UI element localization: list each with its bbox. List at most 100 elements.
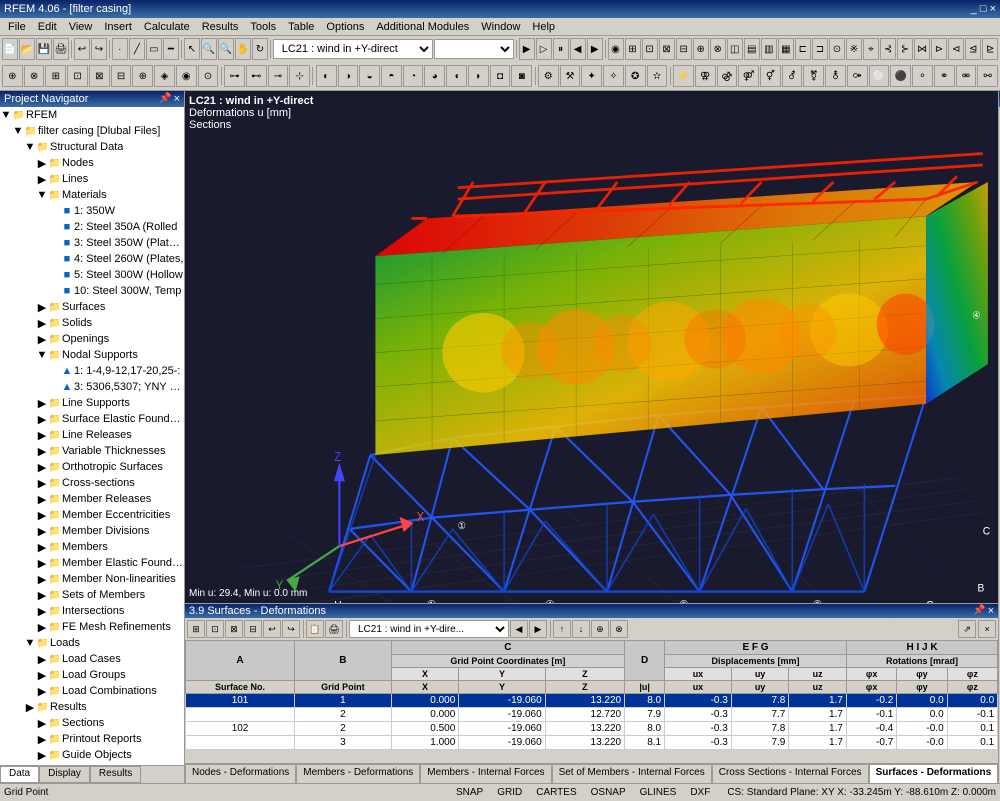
tb-calc2[interactable]: ▷ — [536, 38, 552, 60]
tb2-24[interactable]: ◙ — [511, 65, 532, 87]
tb-icon2[interactable]: ⊞ — [625, 38, 641, 60]
menu-insert[interactable]: Insert — [98, 18, 138, 36]
tree-item-load-combinations[interactable]: ▶ 📁 Load Combinations — [0, 683, 184, 699]
tb-undo[interactable]: ↩ — [74, 38, 90, 60]
tb-icon17[interactable]: ⊰ — [880, 38, 896, 60]
expand-results[interactable]: ▶ — [24, 701, 36, 713]
expand-member-eccentricities[interactable]: ▶ — [36, 509, 48, 521]
tb-icon18[interactable]: ⊱ — [897, 38, 913, 60]
bottom-tab-members---deformations[interactable]: Members - Deformations — [296, 764, 420, 783]
tb2-32[interactable]: ⚢ — [695, 65, 716, 87]
tree-item-nodes[interactable]: ▶ 📁 Nodes — [0, 155, 184, 171]
tb-icon11[interactable]: ▦ — [778, 38, 794, 60]
col-x[interactable]: X — [391, 668, 459, 681]
expand-variable-thick[interactable]: ▶ — [36, 445, 48, 457]
tb2-26[interactable]: ⚒ — [560, 65, 581, 87]
tb2-14[interactable]: ⊹ — [289, 65, 310, 87]
tb2-18[interactable]: ◓ — [381, 65, 402, 87]
tree-item-lines[interactable]: ▶ 📁 Lines — [0, 171, 184, 187]
tree-item-filter-casing[interactable]: ▼ 📁 filter casing [Dlubal Files] — [0, 123, 184, 139]
tb-select[interactable]: ↖ — [184, 38, 200, 60]
tb-surface[interactable]: ▭ — [146, 38, 162, 60]
tree-item-rfem[interactable]: ▼ 📁 RFEM — [0, 107, 184, 123]
expand-member-nonlinearities[interactable]: ▶ — [36, 573, 48, 585]
dxf-btn[interactable]: DXF — [685, 785, 715, 801]
expand-rfem[interactable]: ▼ — [0, 109, 12, 121]
results-lc-dropdown[interactable]: LC21 : wind in +Y-dire... — [349, 620, 509, 638]
tb2-35[interactable]: ⚥ — [760, 65, 781, 87]
expand-load-combinations[interactable]: ▶ — [36, 685, 48, 697]
tree-item-mat3[interactable]: ■ 3: Steel 350W (Plates) — [0, 235, 184, 251]
tb2-37[interactable]: ⚧ — [803, 65, 824, 87]
tb2-16[interactable]: ◑ — [338, 65, 359, 87]
results-tb-11[interactable]: ⊕ — [591, 620, 609, 638]
tb-icon10[interactable]: ▥ — [761, 38, 777, 60]
tree-item-solids[interactable]: ▶ 📁 Solids — [0, 315, 184, 331]
expand-sections[interactable]: ▶ — [36, 717, 48, 729]
bottom-tab-members---internal-forces[interactable]: Members - Internal Forces — [420, 764, 551, 783]
nav-close-btn[interactable]: × — [174, 93, 180, 105]
tb2-33[interactable]: ⚣ — [717, 65, 738, 87]
tb-redo[interactable]: ↪ — [91, 38, 107, 60]
tb-next[interactable]: ▶ — [587, 38, 603, 60]
tree-item-surface-elastic[interactable]: ▶ 📁 Surface Elastic Foundati... — [0, 411, 184, 427]
tree-item-openings[interactable]: ▶ 📁 Openings — [0, 331, 184, 347]
tb2-43[interactable]: ⚭ — [934, 65, 955, 87]
tb2-11[interactable]: ⊶ — [224, 65, 245, 87]
expand-openings[interactable]: ▶ — [36, 333, 48, 345]
tb-print[interactable]: 🖨 — [53, 38, 69, 60]
expand-member-divisions[interactable]: ▶ — [36, 525, 48, 537]
menu-additional-modules[interactable]: Additional Modules — [370, 18, 475, 36]
results-tb-6[interactable]: ↪ — [282, 620, 300, 638]
expand-solids[interactable]: ▶ — [36, 317, 48, 329]
tb2-20[interactable]: ◕ — [424, 65, 445, 87]
tb-line[interactable]: ╱ — [129, 38, 145, 60]
tb2-7[interactable]: ⊕ — [132, 65, 153, 87]
expand-filter-casing[interactable]: ▼ — [12, 125, 24, 137]
tb-save[interactable]: 💾 — [36, 38, 52, 60]
tb-icon7[interactable]: ⊗ — [710, 38, 726, 60]
nav-tab-data[interactable]: Data — [0, 766, 39, 783]
results-expand-btn[interactable]: ⇗ — [958, 620, 976, 638]
bottom-tab-surfaces---deformations[interactable]: Surfaces - Deformations — [869, 764, 999, 783]
tb-icon16[interactable]: ⌖ — [863, 38, 879, 60]
tb2-39[interactable]: ⚩ — [847, 65, 868, 87]
tree-item-guide-objects[interactable]: ▶ 📁 Guide Objects — [0, 747, 184, 763]
tb-node[interactable]: · — [112, 38, 128, 60]
tree-item-intersections[interactable]: ▶ 📁 Intersections — [0, 603, 184, 619]
tree-item-loads[interactable]: ▼ 📁 Loads — [0, 635, 184, 651]
menu-help[interactable]: Help — [526, 18, 561, 36]
bottom-tab-cross-sections---internal-forces[interactable]: Cross Sections - Internal Forces — [712, 764, 869, 783]
tb2-19[interactable]: ◔ — [403, 65, 424, 87]
results-tb-1[interactable]: ⊞ — [187, 620, 205, 638]
tree-item-nodal-supports[interactable]: ▼ 📁 Nodal Supports — [0, 347, 184, 363]
results-tb-10[interactable]: ↓ — [572, 620, 590, 638]
col-h-uz[interactable]: uz — [789, 681, 847, 694]
bottom-tab-nodes---deformations[interactable]: Nodes - Deformations — [185, 764, 296, 783]
expand-sets-of-members[interactable]: ▶ — [36, 589, 48, 601]
col-phix[interactable]: φx — [846, 668, 896, 681]
tb2-15[interactable]: ◐ — [316, 65, 337, 87]
bottom-close-btn[interactable]: × — [988, 605, 994, 617]
menu-window[interactable]: Window — [475, 18, 526, 36]
tree-item-structural-data[interactable]: ▼ 📁 Structural Data — [0, 139, 184, 155]
tb2-17[interactable]: ◒ — [359, 65, 380, 87]
tb-pan[interactable]: ✋ — [235, 38, 251, 60]
tb-icon14[interactable]: ⊙ — [829, 38, 845, 60]
bottom-pin-btn[interactable]: 📌 — [973, 605, 985, 617]
tb-calc1[interactable]: ▶ — [519, 38, 535, 60]
tb-icon13[interactable]: ⊐ — [812, 38, 828, 60]
tb2-25[interactable]: ⚙ — [538, 65, 559, 87]
menu-options[interactable]: Options — [320, 18, 370, 36]
tree-item-printout-reports[interactable]: ▶ 📁 Printout Reports — [0, 731, 184, 747]
col-h-gp[interactable]: Grid Point — [295, 681, 392, 694]
tb2-27[interactable]: ✦ — [581, 65, 602, 87]
menu-file[interactable]: File — [2, 18, 32, 36]
tree-item-mat5[interactable]: ■ 5: Steel 300W (Hollow — [0, 267, 184, 283]
tree-item-mat1[interactable]: ■ 1: 350W — [0, 203, 184, 219]
results-table-wrapper[interactable]: A B C D E F G H I J K Grid Point Coordin… — [185, 640, 998, 760]
tree-item-mat10[interactable]: ■ 10: Steel 300W, Temp — [0, 283, 184, 299]
tb-zoom-in[interactable]: 🔍 — [201, 38, 217, 60]
nav-tab-display[interactable]: Display — [39, 766, 90, 783]
tree-item-sets-of-members[interactable]: ▶ 📁 Sets of Members — [0, 587, 184, 603]
